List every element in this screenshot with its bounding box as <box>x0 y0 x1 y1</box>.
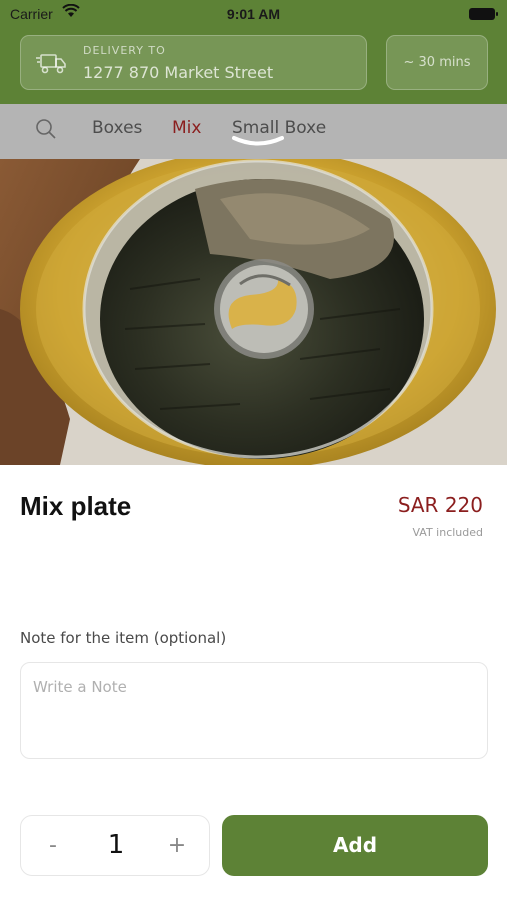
eta-text: ~ 30 mins <box>403 55 471 70</box>
tab-mix[interactable]: Mix <box>172 118 201 138</box>
delivery-address-button[interactable]: DELIVERY TO 1277 870 Market Street <box>20 35 367 90</box>
truck-icon <box>35 52 67 80</box>
category-tabs: Boxes Mix Small Boxe <box>0 104 507 159</box>
eta-badge[interactable]: ~ 30 mins <box>386 35 488 90</box>
header: DELIVERY TO 1277 870 Market Street ~ 30 … <box>0 28 507 104</box>
pull-handle-icon <box>232 134 284 153</box>
clock: 9:01 AM <box>226 6 281 22</box>
product-title: Mix plate <box>20 491 132 521</box>
note-label: Note for the item (optional) <box>20 629 227 647</box>
note-input[interactable] <box>21 663 487 758</box>
search-icon[interactable] <box>34 117 58 145</box>
delivery-address: 1277 870 Market Street <box>83 63 274 82</box>
delivery-label: DELIVERY TO <box>83 44 166 57</box>
vat-note: VAT included <box>412 526 483 539</box>
battery-icon <box>469 8 498 20</box>
add-button-label: Add <box>332 833 378 857</box>
tab-boxes[interactable]: Boxes <box>92 118 142 138</box>
quantity-value: 1 <box>107 830 125 860</box>
decrement-button[interactable]: - <box>35 816 71 875</box>
add-to-cart-button[interactable]: Add <box>222 815 488 876</box>
product-price: SAR 220 <box>397 493 483 517</box>
product-image <box>0 159 507 465</box>
status-bar: Carrier 9:01 AM <box>0 0 507 28</box>
note-field <box>20 662 488 759</box>
quantity-stepper: - 1 + <box>20 815 210 876</box>
increment-button[interactable]: + <box>159 816 195 875</box>
